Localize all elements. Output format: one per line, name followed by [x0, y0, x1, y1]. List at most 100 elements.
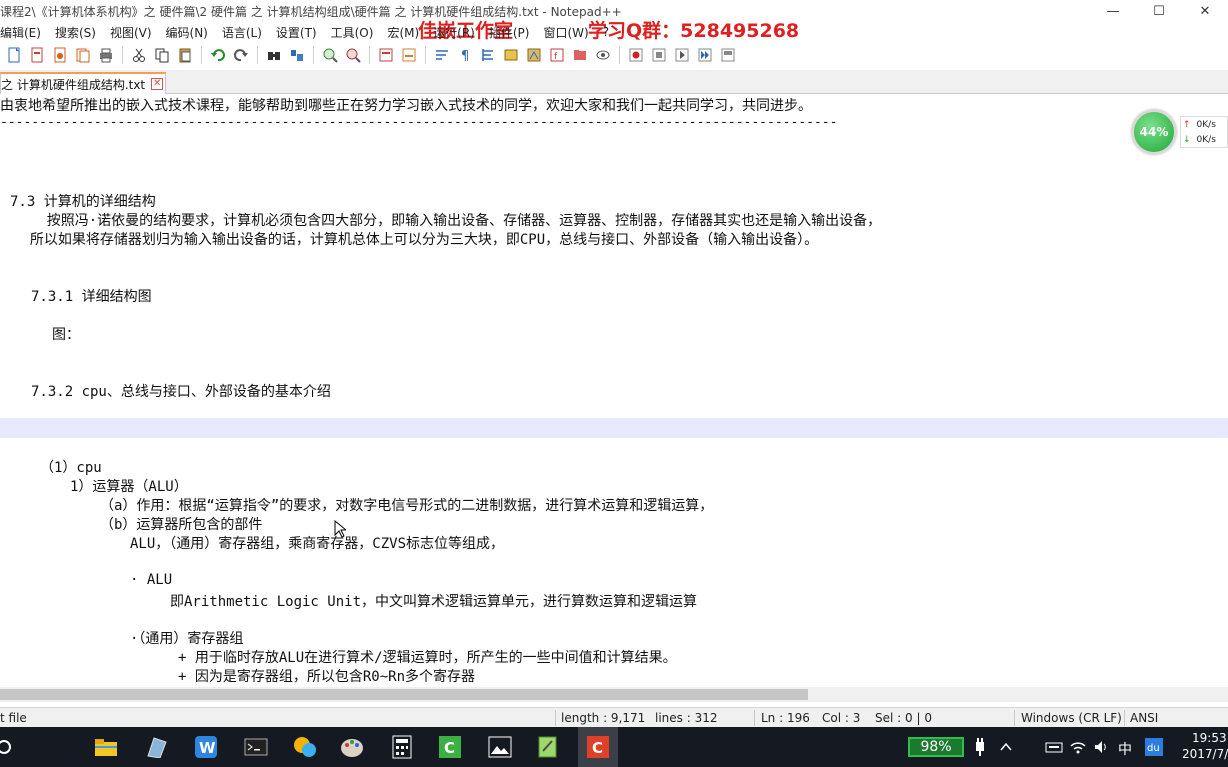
status-divider — [1124, 710, 1125, 726]
editor-line: 1）运算器（ALU） — [70, 479, 188, 495]
toolbar-separator — [313, 46, 314, 64]
toolbar-separator — [619, 46, 620, 64]
status-lines: lines : 312 — [655, 711, 718, 725]
toolbar-separator — [201, 46, 202, 64]
editor-line: （a）作用：根据“运算指令”的要求，对数字电信号形式的二进制数据，进行算术运算和… — [100, 498, 714, 514]
redo-icon[interactable] — [231, 45, 251, 65]
notes-app-icon[interactable] — [144, 735, 168, 759]
chevron-up-icon[interactable] — [994, 735, 1018, 759]
toolbar-separator — [369, 46, 370, 64]
editor-line: 即Arithmetic Logic Unit，中文叫算术逻辑运算单元，进行算数运… — [170, 594, 698, 610]
editor-line: ALU，（通用）寄存器组，乘商寄存器，CZVS标志位等组成， — [130, 536, 504, 552]
open-file-icon[interactable] — [27, 45, 47, 65]
wps-writer-icon[interactable]: W — [194, 735, 218, 759]
paste-icon[interactable] — [175, 45, 195, 65]
menu-settings[interactable]: 设置(T) — [269, 24, 324, 41]
window-controls: — ☐ ✕ — [1090, 0, 1228, 22]
terminal-icon[interactable] — [244, 735, 268, 759]
status-filetype: t file — [0, 711, 27, 725]
camtasia-recorder-icon[interactable]: C — [586, 735, 610, 759]
menu-macro[interactable]: 宏(M) — [380, 24, 426, 41]
menu-plugins[interactable]: 插件(P) — [482, 24, 537, 41]
sync-vertical-icon[interactable] — [376, 45, 396, 65]
maximize-button[interactable]: ☐ — [1136, 0, 1182, 22]
search-icon[interactable] — [0, 735, 18, 759]
camtasia-icon[interactable]: C — [438, 735, 462, 759]
cut-icon[interactable] — [129, 45, 149, 65]
tab-label: 之 计算机硬件组成结构.txt — [1, 77, 146, 92]
monitoring-icon[interactable] — [593, 45, 613, 65]
scrollbar-thumb[interactable] — [0, 689, 808, 700]
zoom-in-icon[interactable] — [320, 45, 340, 65]
word-wrap-icon[interactable] — [432, 45, 452, 65]
editor-line: 7.3 计算机的详细结构 — [10, 194, 156, 210]
title-bar: 课程2\《计算机体系机构》之 硬件篇\2 硬件篇 之 计算机结构组成\硬件篇 之… — [0, 0, 1228, 42]
chat-app-icon[interactable] — [292, 735, 316, 759]
find-icon[interactable] — [264, 45, 284, 65]
stop-macro-icon[interactable] — [649, 45, 669, 65]
copy-icon[interactable] — [152, 45, 172, 65]
menu-run[interactable]: 运行(R) — [426, 24, 482, 41]
save-file-icon[interactable] — [50, 45, 70, 65]
save-macro-icon[interactable] — [718, 45, 738, 65]
menu-view[interactable]: 视图(V) — [103, 24, 159, 41]
calculator-icon[interactable] — [390, 735, 414, 759]
menu-tools[interactable]: 工具(O) — [324, 24, 381, 41]
status-eol[interactable]: Windows (CR LF) — [1021, 711, 1122, 725]
file-explorer-icon[interactable] — [94, 735, 118, 759]
volume-icon[interactable] — [1090, 735, 1114, 759]
udl-icon[interactable] — [501, 45, 521, 65]
status-encoding[interactable]: ANSI — [1130, 711, 1158, 725]
notepad-plus-plus-icon[interactable] — [536, 735, 560, 759]
paint-app-icon[interactable] — [340, 735, 364, 759]
editor-text-area[interactable]: 由衷地希望所推出的嵌入式技术课程，能够帮助到哪些正在努力学习嵌入式技术的同学，欢… — [0, 95, 1228, 687]
doc-map-icon[interactable] — [524, 45, 544, 65]
tab-hardware-structure[interactable]: 之 计算机硬件组成结构.txt ✕ — [0, 72, 166, 94]
photos-icon[interactable] — [488, 735, 512, 759]
show-all-chars-icon[interactable]: ¶ — [455, 45, 475, 65]
svg-text:C: C — [444, 739, 455, 757]
ime-indicator[interactable]: 中 — [1118, 739, 1132, 759]
editor-line: · ALU — [130, 572, 173, 588]
menu-language[interactable]: 语言(L) — [215, 24, 269, 41]
folder-workspace-icon[interactable] — [570, 45, 590, 65]
baidu-input-icon[interactable]: du — [1142, 735, 1166, 759]
tab-close-icon[interactable]: ✕ — [151, 78, 164, 90]
save-all-icon[interactable] — [73, 45, 93, 65]
menu-help[interactable]: ? — [596, 25, 616, 39]
run-macro-multiple-icon[interactable] — [695, 45, 715, 65]
menu-encoding[interactable]: 编码(N) — [159, 24, 215, 41]
editor-line: 7.3.1 详细结构图 — [31, 289, 152, 305]
zoom-out-icon[interactable] — [343, 45, 363, 65]
menu-window[interactable]: 窗口(W) — [536, 24, 595, 41]
play-macro-icon[interactable] — [672, 45, 692, 65]
toolbar: ¶ f — [0, 42, 1228, 68]
battery-indicator[interactable]: 98% — [908, 737, 964, 757]
wifi-icon[interactable] — [1066, 735, 1090, 759]
indent-guide-icon[interactable] — [478, 45, 498, 65]
print-icon[interactable] — [96, 45, 116, 65]
record-macro-icon[interactable] — [626, 45, 646, 65]
clock-time[interactable]: 19:53 — [1192, 731, 1227, 745]
replace-icon[interactable] — [287, 45, 307, 65]
svg-text:C: C — [592, 739, 603, 757]
horizontal-scrollbar[interactable] — [0, 687, 1228, 702]
menu-search[interactable]: 搜索(S) — [48, 24, 103, 41]
sync-horizontal-icon[interactable] — [399, 45, 419, 65]
status-divider — [1014, 710, 1015, 726]
minimize-button[interactable]: — — [1090, 0, 1136, 22]
cpu-percent-badge: 44% — [1132, 110, 1176, 154]
current-line-highlight — [0, 418, 1228, 438]
clock-date[interactable]: 2017/7/ — [1182, 747, 1228, 761]
menu-edit[interactable]: 编辑(E) — [0, 24, 48, 41]
function-list-icon[interactable]: f — [547, 45, 567, 65]
network-speed-widget[interactable]: 44% ↑ 0K/s ↓ 0K/s — [1128, 108, 1228, 156]
close-button[interactable]: ✕ — [1182, 0, 1228, 22]
power-plug-icon[interactable] — [968, 735, 992, 759]
status-length: length : 9,171 — [561, 711, 646, 725]
undo-icon[interactable] — [208, 45, 228, 65]
upload-arrow-icon: ↑ — [1183, 119, 1191, 130]
status-divider — [555, 710, 556, 726]
new-file-icon[interactable] — [4, 45, 24, 65]
keyboard-icon[interactable] — [1042, 735, 1066, 759]
